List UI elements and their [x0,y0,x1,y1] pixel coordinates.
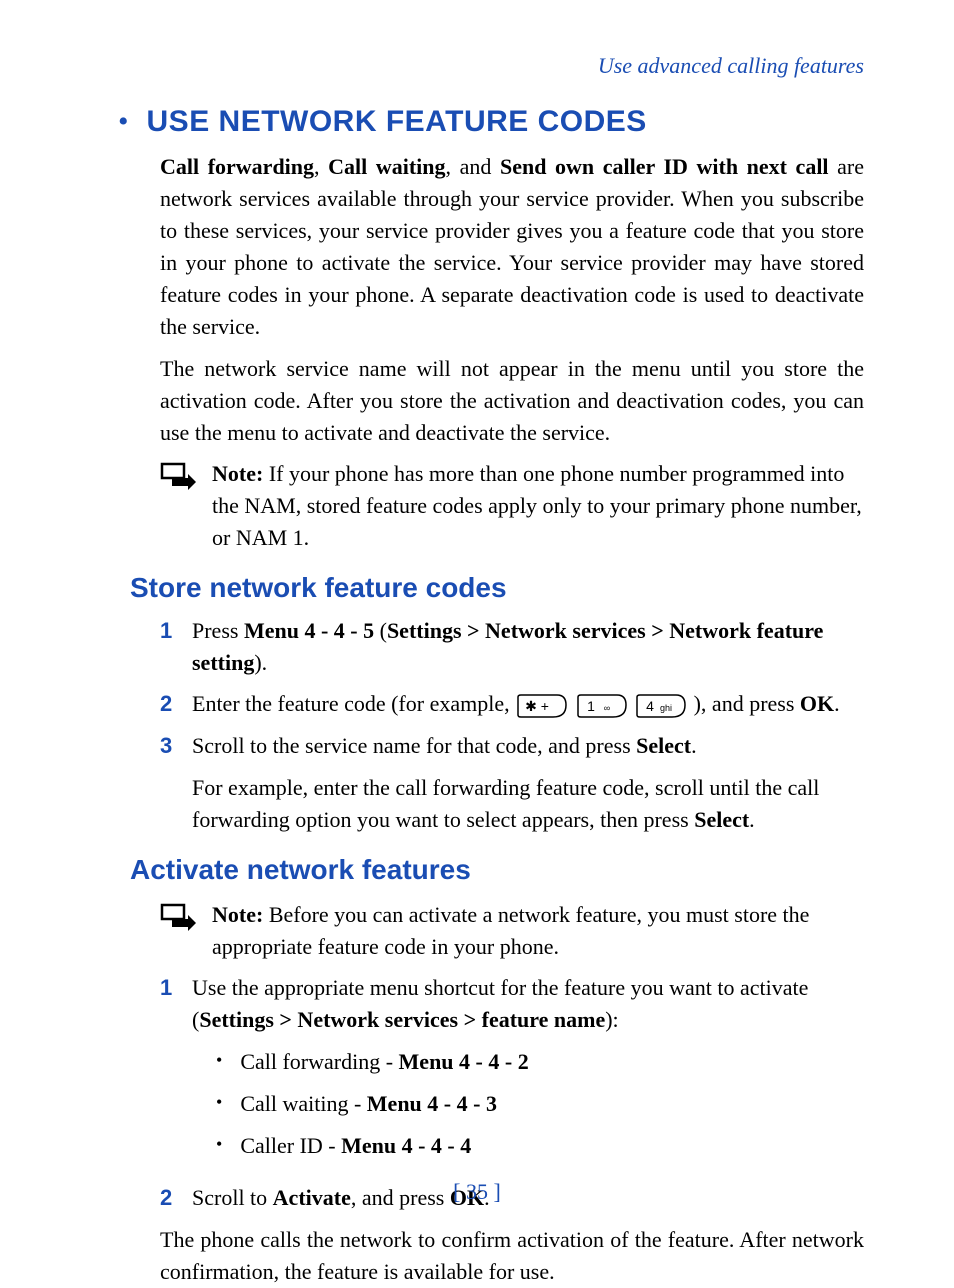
intro-paragraph-1: Call forwarding, Call waiting, and Send … [160,151,864,342]
outro-paragraph: The phone calls the network to confirm a… [160,1224,864,1288]
section-heading-activate: Activate network features [130,850,864,891]
section-heading-store: Store network feature codes [130,568,864,609]
list-item: 1 Press Menu 4 - 4 - 5 (Settings > Netwo… [160,615,864,679]
bullet-icon: • [216,1046,222,1078]
phone-key-icon: 1∞ [577,693,627,719]
bullet-icon: • [216,1088,222,1120]
title-bullet-icon: • [118,107,129,137]
list-item: 1 Use the appropriate menu shortcut for … [160,972,864,1171]
note-arrow-icon [160,903,196,931]
list-item: • Call waiting - Menu 4 - 4 - 3 [216,1088,864,1120]
svg-text:ghi: ghi [660,703,672,713]
list-item: • Call forwarding - Menu 4 - 4 - 2 [216,1046,864,1078]
phone-key-icon: 4 ghi [636,693,686,719]
step-number: 3 [160,730,174,836]
page-title: USE NETWORK FEATURE CODES [147,100,647,144]
intro-paragraph-2: The network service name will not appear… [160,353,864,449]
bullet-icon: • [216,1130,222,1162]
phone-key-icon: ✱ + [517,693,567,719]
page-number: [ 35 ] [0,1176,954,1208]
svg-text:1: 1 [587,698,595,714]
note-block-1: Note: If your phone has more than one ph… [160,458,864,554]
step-number: 1 [160,972,174,1171]
svg-text:4: 4 [646,698,654,714]
svg-text:✱ +: ✱ + [525,698,549,714]
note-arrow-icon [160,462,196,490]
list-item: 3 Scroll to the service name for that co… [160,730,864,836]
note-block-2: Note: Before you can activate a network … [160,899,864,963]
note-text-1: Note: If your phone has more than one ph… [212,458,864,554]
step-number: 1 [160,615,174,679]
list-item: • Caller ID - Menu 4 - 4 - 4 [216,1130,864,1162]
page-title-row: • USE NETWORK FEATURE CODES [118,100,864,144]
step-number: 2 [160,688,174,720]
svg-text:∞: ∞ [603,703,609,713]
breadcrumb: Use advanced calling features [130,50,864,82]
note-text-2: Note: Before you can activate a network … [212,899,864,963]
list-item: 2 Enter the feature code (for example, ✱… [160,688,864,720]
store-steps-list: 1 Press Menu 4 - 4 - 5 (Settings > Netwo… [160,615,864,836]
